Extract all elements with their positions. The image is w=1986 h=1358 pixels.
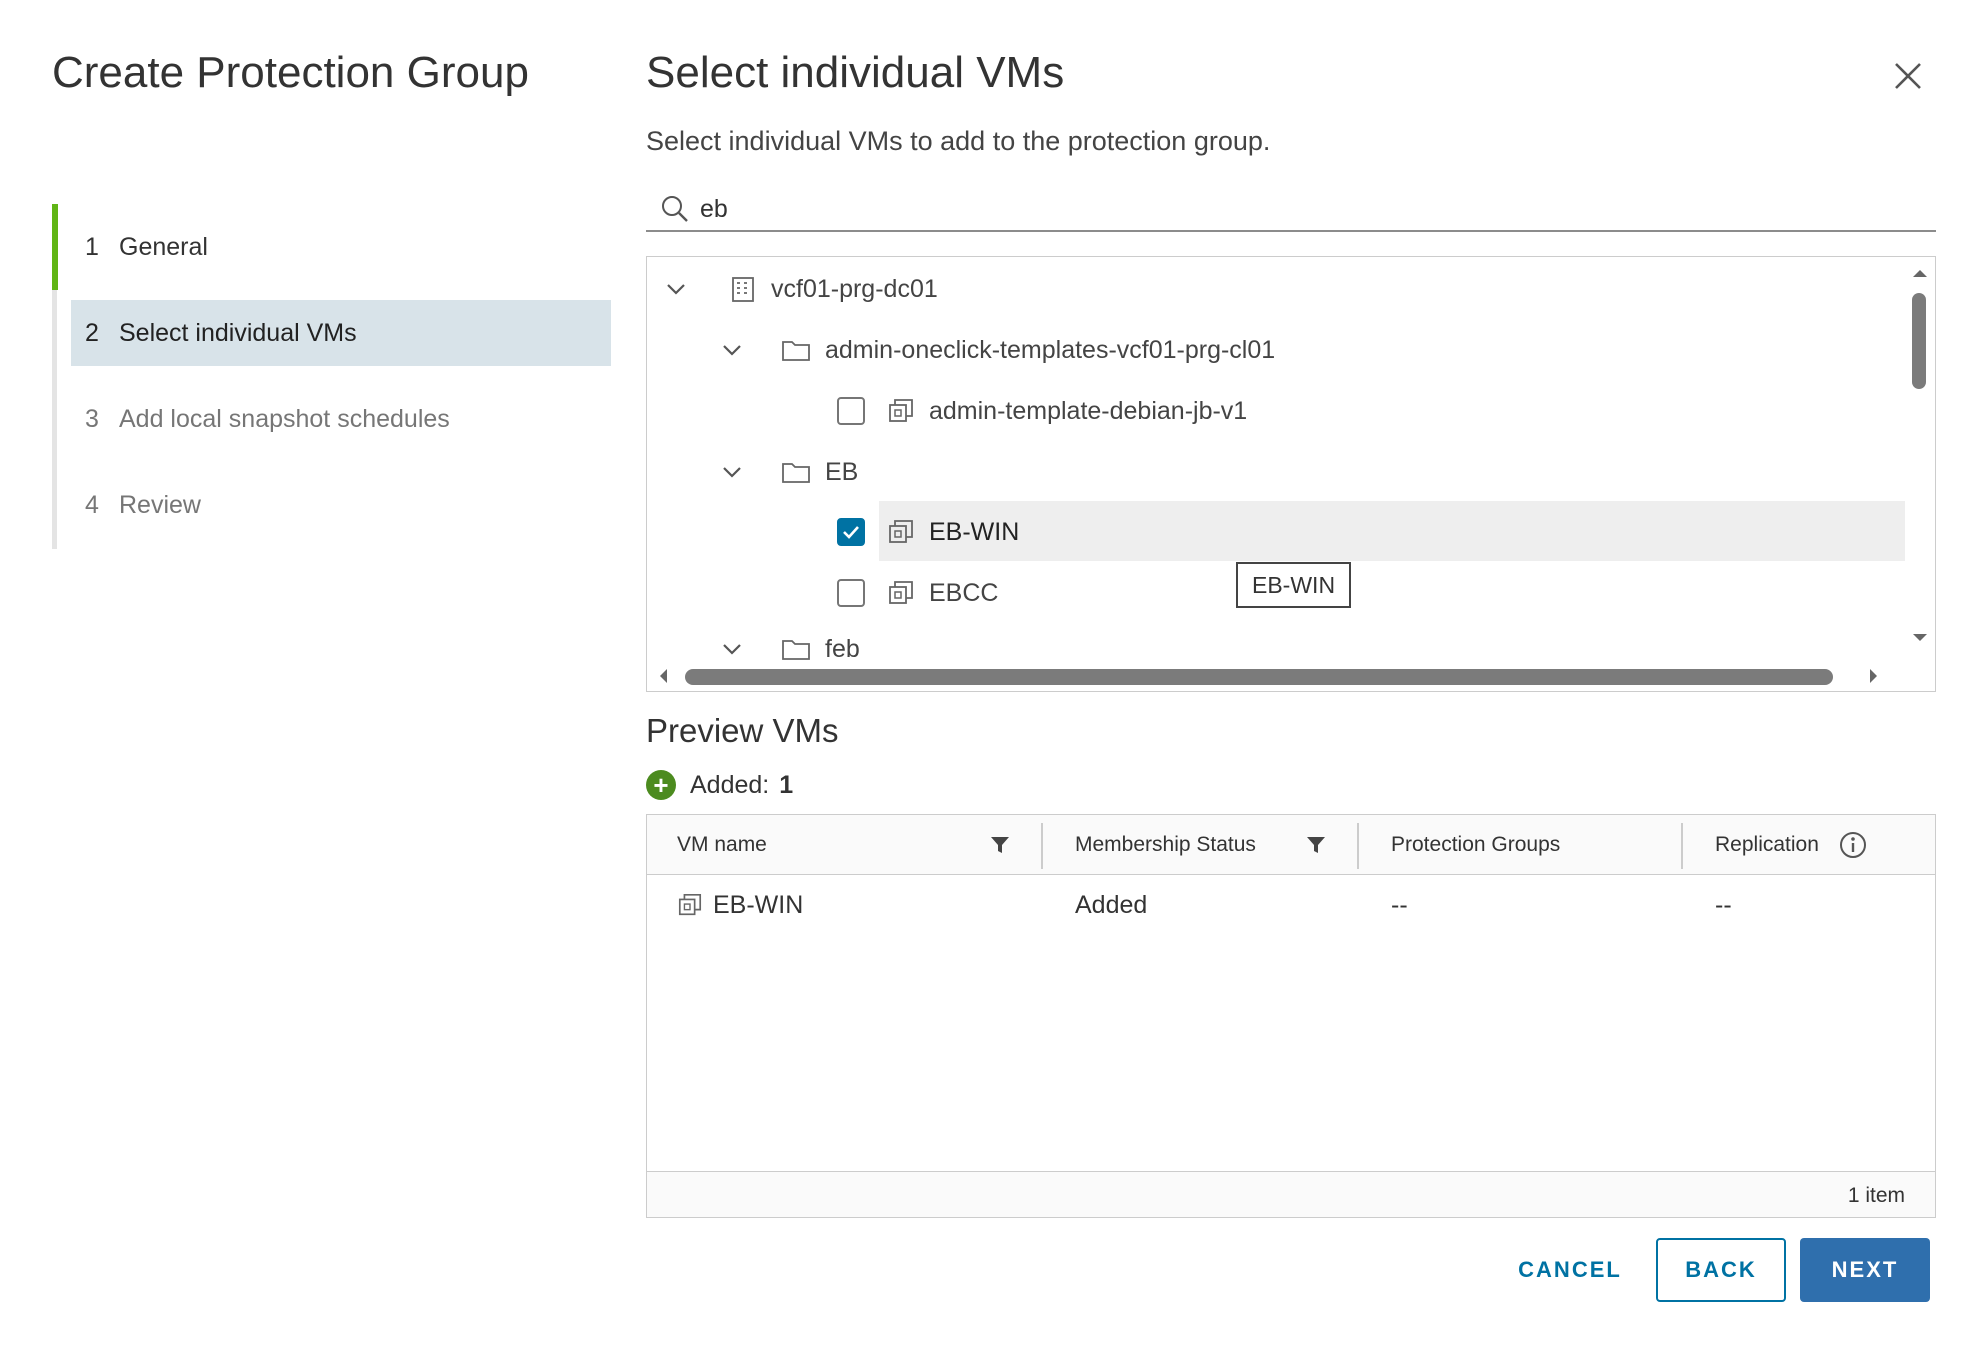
step-select-individual-vms[interactable]: 2 Select individual VMs — [71, 300, 611, 366]
scroll-down-arrow-icon[interactable] — [1905, 627, 1935, 647]
datagrid-header: VM name Membership Status Protection Gro… — [647, 815, 1935, 875]
chevron-down-icon[interactable] — [663, 276, 689, 302]
tree-node-folder[interactable]: admin-oneclick-templates-vcf01-prg-cl01 — [719, 320, 1275, 380]
tree-node-label: feb — [825, 634, 860, 663]
vm-icon — [889, 399, 913, 422]
tree-node-vm[interactable]: admin-template-debian-jb-v1 — [837, 381, 1247, 441]
vm-icon — [889, 581, 913, 604]
column-header-membership-status[interactable]: Membership Status — [1075, 815, 1256, 875]
column-separator[interactable] — [1681, 823, 1683, 869]
item-count: 1 item — [1847, 1184, 1905, 1207]
close-button[interactable] — [1888, 56, 1928, 96]
step-review[interactable]: 4 Review — [71, 472, 611, 538]
tree-node-label: EB-WIN — [929, 517, 1020, 546]
tree-node-label: admin-oneclick-templates-vcf01-prg-cl01 — [825, 335, 1276, 364]
tree-node-folder[interactable]: EB — [719, 442, 858, 502]
column-header-replication[interactable]: Replication — [1715, 815, 1819, 875]
search-bar — [646, 188, 1936, 232]
step-number: 3 — [85, 404, 99, 433]
vm-checkbox[interactable] — [837, 579, 865, 607]
wizard-title: Create Protection Group — [52, 48, 529, 97]
plus-circle-icon: + — [646, 770, 676, 800]
tree-node-label: EB — [825, 457, 859, 486]
page-subtitle: Select individual VMs to add to the prot… — [646, 126, 1271, 156]
info-icon[interactable] — [1839, 831, 1867, 859]
tree-horizontal-scrollbar[interactable] — [647, 661, 1935, 691]
cell-protection-groups: -- — [1391, 890, 1408, 919]
page-title: Select individual VMs — [646, 48, 1065, 97]
close-icon — [1895, 63, 1921, 89]
step-general[interactable]: 1 General — [71, 214, 611, 280]
chevron-down-icon[interactable] — [719, 636, 745, 662]
cancel-button[interactable]: CANCEL — [1500, 1238, 1640, 1302]
step-number: 4 — [85, 490, 99, 519]
step-label: Select individual VMs — [119, 318, 357, 347]
search-icon — [662, 196, 688, 222]
tree-node-label: admin-template-debian-jb-v1 — [929, 396, 1248, 425]
vm-icon — [678, 893, 702, 916]
vm-checkbox[interactable] — [837, 397, 865, 425]
next-button[interactable]: NEXT — [1800, 1238, 1930, 1302]
step-add-local-snapshot-schedules[interactable]: 3 Add local snapshot schedules — [71, 386, 611, 452]
tree-node-label: EBCC — [929, 578, 999, 607]
step-label: Add local snapshot schedules — [119, 404, 450, 433]
preview-title: Preview VMs — [646, 712, 839, 749]
step-number: 1 — [85, 232, 99, 261]
step-progress-indicator — [52, 204, 58, 290]
vm-name-text: EB-WIN — [713, 890, 804, 919]
filter-icon[interactable] — [989, 834, 1011, 856]
scroll-right-arrow-icon[interactable] — [1863, 661, 1883, 691]
tree-node-label: vcf01-prg-dc01 — [771, 274, 938, 303]
scroll-left-arrow-icon[interactable] — [653, 661, 673, 691]
scroll-thumb[interactable] — [685, 669, 1833, 685]
scroll-thumb[interactable] — [1912, 293, 1926, 389]
filter-icon[interactable] — [1305, 834, 1327, 856]
folder-icon — [782, 341, 810, 361]
folder-icon — [782, 640, 810, 660]
search-input[interactable] — [700, 194, 1900, 224]
datagrid-footer: 1 item — [647, 1171, 1935, 1217]
scroll-up-arrow-icon[interactable] — [1905, 263, 1935, 283]
checkmark-icon — [843, 526, 859, 539]
cell-replication: -- — [1715, 890, 1732, 919]
vm-checkbox[interactable] — [837, 518, 865, 546]
added-summary: + Added: 1 — [646, 770, 793, 800]
back-button[interactable]: BACK — [1656, 1238, 1786, 1302]
datacenter-icon — [732, 277, 754, 302]
tree-node-datacenter[interactable]: vcf01-prg-dc01 — [663, 259, 938, 319]
chevron-down-icon[interactable] — [719, 459, 745, 485]
cell-vm-name: EB-WIN — [677, 885, 803, 925]
row-highlight — [879, 501, 1905, 561]
folder-icon — [782, 463, 810, 483]
added-count: 1 — [779, 770, 794, 799]
chevron-down-icon[interactable] — [719, 337, 745, 363]
wizard-steps: 1 General 2 Select individual VMs 3 Add … — [52, 204, 611, 549]
cell-membership-status: Added — [1075, 890, 1148, 919]
tree-node-vm[interactable]: EBCC — [837, 563, 998, 623]
tooltip: EB-WIN — [1236, 562, 1352, 608]
vm-tree: vcf01-prg-dc01 admin-oneclick-templates-… — [646, 256, 1936, 692]
column-separator[interactable] — [1041, 823, 1043, 869]
step-number: 2 — [85, 318, 99, 347]
vm-icon — [889, 520, 913, 543]
preview-datagrid: VM name Membership Status Protection Gro… — [646, 814, 1936, 1218]
step-label: Review — [119, 490, 201, 519]
column-separator[interactable] — [1357, 823, 1359, 869]
added-label: Added: — [690, 770, 770, 799]
tree-node-vm[interactable]: EB-WIN — [837, 502, 1019, 562]
column-header-vm-name[interactable]: VM name — [677, 815, 767, 875]
tree-vertical-scrollbar[interactable] — [1905, 257, 1935, 657]
step-label: General — [119, 232, 208, 261]
column-header-protection-groups[interactable]: Protection Groups — [1391, 815, 1560, 875]
